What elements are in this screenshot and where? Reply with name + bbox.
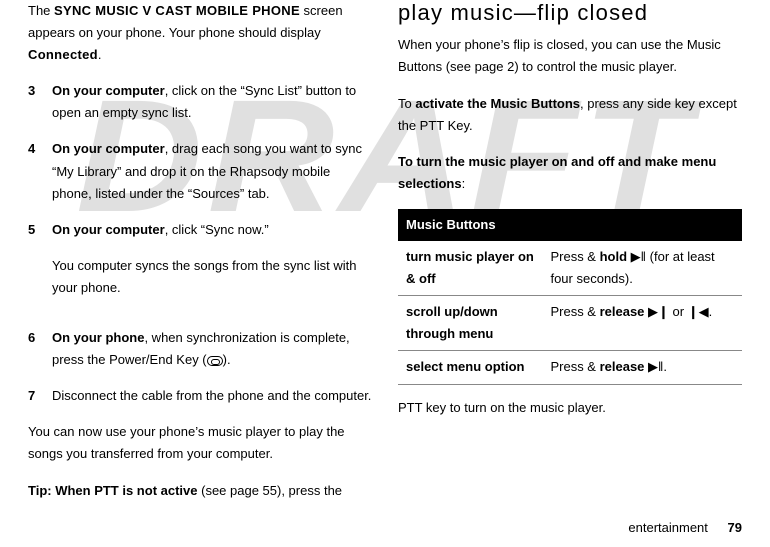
step-bold: On your computer: [52, 222, 165, 237]
step-close: ).: [223, 352, 231, 367]
text: :: [462, 176, 466, 191]
step-bold: On your phone: [52, 330, 144, 345]
p2: To activate the Music Buttons, press any…: [398, 93, 742, 137]
step-body: On your computer, click “Sync now.” You …: [52, 219, 372, 313]
step-number: 6: [28, 327, 52, 371]
step-bold: On your computer: [52, 83, 165, 98]
text: .: [98, 47, 102, 62]
section-heading: play music—flip closed: [398, 0, 742, 26]
step-3: 3 On your computer, click on the “Sync L…: [28, 80, 372, 124]
page-footer: entertainment 79: [628, 517, 742, 539]
text: Press &: [550, 249, 599, 264]
bold-word: release: [600, 359, 645, 374]
next-track-icon: ▶❙: [648, 304, 669, 319]
step-6: 6 On your phone, when synchronization is…: [28, 327, 372, 371]
right-column: play music—flip closed When your phone’s…: [398, 0, 742, 516]
step-text: , click “Sync now.”: [165, 222, 269, 237]
step-number: 5: [28, 219, 52, 313]
table-row: select menu option Press & release ▶‖.: [398, 351, 742, 384]
step-body: On your computer, drag each song you wan…: [52, 138, 372, 204]
table-header: Music Buttons: [398, 209, 742, 241]
bold-phrase: activate the Music Buttons: [415, 96, 580, 111]
text: .: [663, 359, 667, 374]
step-number: 7: [28, 385, 52, 407]
bold-word: release: [600, 304, 645, 319]
text: .: [709, 304, 713, 319]
row-instruction: Press & release ▶❙ or ❙◀.: [542, 296, 742, 351]
table-row: turn music player on & off Press & hold …: [398, 241, 742, 296]
step-text: Disconnect the cable from the phone and …: [52, 385, 372, 407]
row-action: turn music player on & off: [398, 241, 542, 296]
step-7: 7 Disconnect the cable from the phone an…: [28, 385, 372, 407]
tip-text: (see page 55), press the: [198, 483, 343, 498]
step-5: 5 On your computer, click “Sync now.” Yo…: [28, 219, 372, 313]
step-5-aftertext: You computer syncs the songs from the sy…: [52, 255, 372, 299]
step-bold: On your computer: [52, 141, 165, 156]
footer-page-number: 79: [728, 520, 742, 535]
ptt-line: PTT key to turn on the music player.: [398, 397, 742, 419]
screen-name: SYNC MUSIC V CAST MOBILE PHONE: [54, 3, 300, 18]
intro-paragraph: The SYNC MUSIC V CAST MOBILE PHONE scree…: [28, 0, 372, 66]
power-end-key-icon: [207, 356, 223, 366]
step-number: 4: [28, 138, 52, 204]
footer-section-label: entertainment: [628, 520, 708, 535]
step-4: 4 On your computer, drag each song you w…: [28, 138, 372, 204]
tip-paragraph: Tip: When PTT is not active (see page 55…: [28, 480, 372, 502]
play-pause-icon: ▶‖: [631, 249, 646, 264]
row-action: scroll up/down through menu: [398, 296, 542, 351]
text: Press &: [550, 304, 599, 319]
step-body: On your phone, when synchronization is c…: [52, 327, 372, 371]
row-instruction: Press & hold ▶‖ (for at least four secon…: [542, 241, 742, 296]
step-number: 3: [28, 80, 52, 124]
p1: When your phone’s flip is closed, you ca…: [398, 34, 742, 78]
bold-phrase: To turn the music player on and off and …: [398, 154, 716, 191]
step-body: On your computer, click on the “Sync Lis…: [52, 80, 372, 124]
page-columns: The SYNC MUSIC V CAST MOBILE PHONE scree…: [28, 0, 742, 516]
row-action: select menu option: [398, 351, 542, 384]
tip-bold: Tip: When PTT is not active: [28, 483, 198, 498]
text: or: [669, 304, 688, 319]
outro-paragraph: You can now use your phone’s music playe…: [28, 421, 372, 465]
table-row: scroll up/down through menu Press & rele…: [398, 296, 742, 351]
row-instruction: Press & release ▶‖.: [542, 351, 742, 384]
text: To: [398, 96, 415, 111]
prev-track-icon: ❙◀: [688, 304, 709, 319]
p3: To turn the music player on and off and …: [398, 151, 742, 195]
bold-word: hold: [600, 249, 627, 264]
text: Press &: [550, 359, 599, 374]
music-buttons-table: Music Buttons turn music player on & off…: [398, 209, 742, 385]
status-connected: Connected: [28, 47, 98, 62]
text: The: [28, 3, 54, 18]
play-pause-icon: ▶‖: [648, 359, 663, 374]
left-column: The SYNC MUSIC V CAST MOBILE PHONE scree…: [28, 0, 372, 516]
